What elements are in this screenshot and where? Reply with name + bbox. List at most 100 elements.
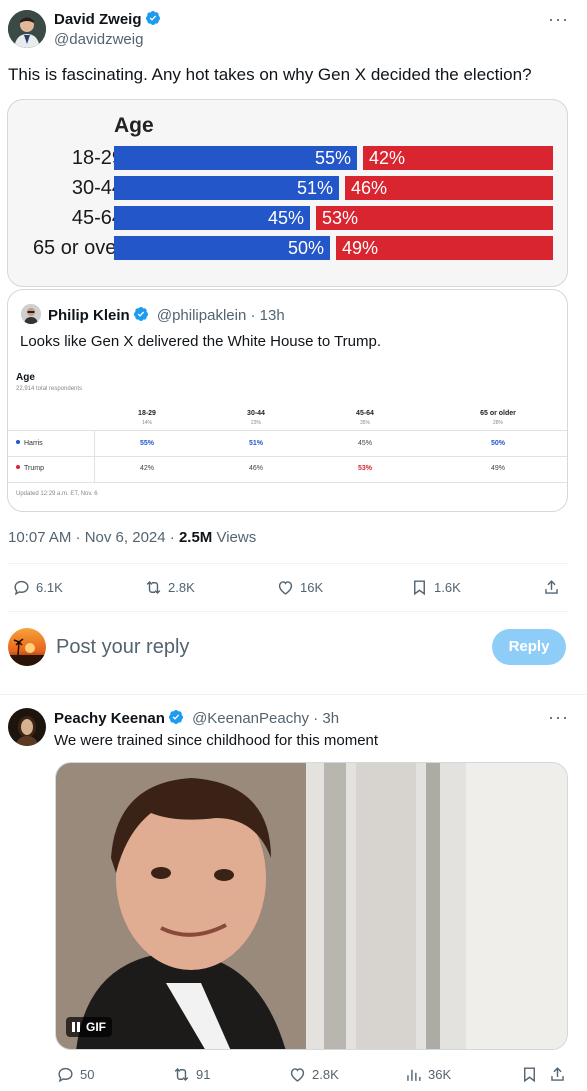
like-button[interactable]: 16K (276, 578, 323, 597)
verified-badge-icon (133, 307, 148, 321)
heart-icon (278, 581, 293, 595)
reply-icon (58, 1067, 73, 1083)
share-button[interactable] (542, 578, 561, 597)
bar-category-label: 65 or over (32, 237, 123, 259)
reply-input[interactable]: Post your reply (56, 636, 189, 658)
reply-submit-button[interactable]: Reply (492, 629, 566, 665)
table-column-header: 45-64 (356, 410, 374, 417)
avatar-david-zweig[interactable] (8, 10, 46, 48)
views-button[interactable]: 36K (404, 1065, 451, 1084)
table-column-share: 23% (250, 420, 261, 426)
reply-button[interactable]: 6.1K (12, 578, 63, 597)
trump-bar-value: 46% (351, 178, 388, 198)
verified-badge-icon (145, 11, 160, 25)
quote-author-handle: @philipaklein (156, 307, 247, 324)
table-subtitle: 22,914 total respondents (16, 386, 83, 392)
harris-bar: 50% (114, 236, 330, 260)
repost-count: 2.8K (168, 580, 195, 595)
table-column-header: 30-44 (247, 410, 265, 417)
gif-label: GIF (86, 1020, 106, 1034)
table-cell: 46% (248, 465, 263, 472)
quote-table-image: Age 22,914 total respondents 18-29 14% 30-… (8, 362, 567, 510)
table-cell: 49% (490, 465, 505, 472)
trump-bar-value: 49% (342, 238, 379, 258)
bar-row: 65 or over 50% 49% (8, 236, 567, 260)
harris-bar-value: 50% (287, 238, 324, 258)
author-name[interactable]: David Zweig (54, 11, 142, 28)
reply-time[interactable]: · 3h (313, 710, 339, 727)
bar-chart: 18-29 55% 42% 30-44 51% 46% 45-64 45% 53% 65 or o… (8, 146, 567, 266)
avatar-philip-klein[interactable] (21, 304, 41, 324)
reply-gif[interactable]: GIF (55, 762, 568, 1050)
analytics-icon (407, 1069, 421, 1081)
table-cell: 42% (139, 465, 154, 472)
tweet-image[interactable]: Age 18-29 55% 42% 30-44 51% 46% 45-64 45% 53% 65 … (7, 99, 568, 287)
harris-bar: 51% (114, 176, 339, 200)
like-count: 16K (300, 580, 324, 595)
table-column-header: 18-29 (138, 410, 156, 417)
verified-badge-icon (168, 710, 183, 724)
tweet-text: This is fascinating. Any hot takes on wh… (8, 65, 532, 84)
harris-bar: 45% (114, 206, 310, 230)
table-row-label: Harris (16, 440, 43, 447)
share-button[interactable] (548, 1065, 567, 1084)
bookmark-count: 1.6K (434, 580, 461, 595)
share-icon (545, 580, 558, 594)
bookmark-icon (414, 580, 425, 596)
bar-row: 18-29 55% 42% (8, 146, 567, 170)
table-cell: 53% (357, 465, 372, 472)
chart-title: Age (114, 114, 154, 137)
views-label: Views (216, 529, 257, 546)
table-column-header: 65 or older (480, 410, 516, 417)
harris-bar-value: 55% (314, 148, 351, 168)
quote-author-name: Philip Klein (48, 307, 130, 324)
bookmark-button[interactable]: 1.6K (410, 578, 461, 597)
trump-bar: 49% (336, 236, 553, 260)
table-row-label: Trump (16, 465, 44, 472)
repost-button[interactable]: 91 (172, 1065, 210, 1084)
reply-count: 6.1K (36, 580, 63, 595)
repost-icon (146, 580, 161, 595)
pause-icon[interactable] (72, 1022, 80, 1032)
share-icon (551, 1067, 564, 1081)
reply-text: We were trained since childhood for this… (54, 732, 379, 749)
bookmark-icon (524, 1067, 535, 1083)
quoted-tweet[interactable]: Philip Klein @philipaklein · 13h Looks l… (7, 289, 568, 512)
trump-bar: 46% (345, 176, 553, 200)
table-column-share: 28% (492, 420, 503, 426)
heart-icon (290, 1068, 305, 1082)
like-button[interactable]: 2.8K (288, 1065, 339, 1084)
more-options-icon[interactable]: ··· (548, 10, 569, 28)
repost-count: 91 (196, 1067, 211, 1082)
bar-row: 45-64 45% 53% (8, 206, 567, 230)
avatar-peachy-keenan[interactable] (8, 708, 46, 746)
avatar-current-user[interactable] (8, 628, 46, 666)
harris-bar: 55% (114, 146, 357, 170)
legend-dot (16, 465, 20, 469)
trump-bar: 42% (363, 146, 553, 170)
table-cell: 55% (139, 440, 154, 447)
table-footer: Updated 12:29 a.m. ET, Nov. 6 (16, 491, 98, 497)
gif-badge[interactable]: GIF (66, 1017, 112, 1037)
views-count: 36K (428, 1067, 452, 1082)
table-cell: 45% (357, 440, 372, 447)
more-options-icon[interactable]: ··· (548, 708, 569, 726)
author-handle[interactable]: @davidzweig (54, 30, 143, 49)
reply-author-name[interactable]: Peachy Keenan (54, 710, 165, 727)
repost-button[interactable]: 2.8K (144, 578, 195, 597)
tweet-timestamp[interactable]: 10:07 AM · Nov 6, 2024 · (8, 529, 175, 546)
reply-button[interactable]: 50 (56, 1065, 94, 1084)
trump-bar: 53% (316, 206, 553, 230)
trump-bar-value: 42% (369, 148, 406, 168)
table-title: Age (16, 372, 35, 383)
views-count: 2.5M (178, 529, 213, 546)
bookmark-button[interactable] (520, 1065, 539, 1084)
reply-icon (14, 580, 29, 596)
table-column-share: 35% (359, 420, 370, 426)
quote-time: · 13h (250, 307, 285, 324)
table-cell: 50% (490, 440, 505, 447)
trump-bar-value: 53% (322, 208, 359, 228)
reply-count: 50 (80, 1067, 95, 1082)
harris-bar-value: 45% (267, 208, 304, 228)
reply-author-handle[interactable]: @KeenanPeachy (192, 710, 309, 727)
